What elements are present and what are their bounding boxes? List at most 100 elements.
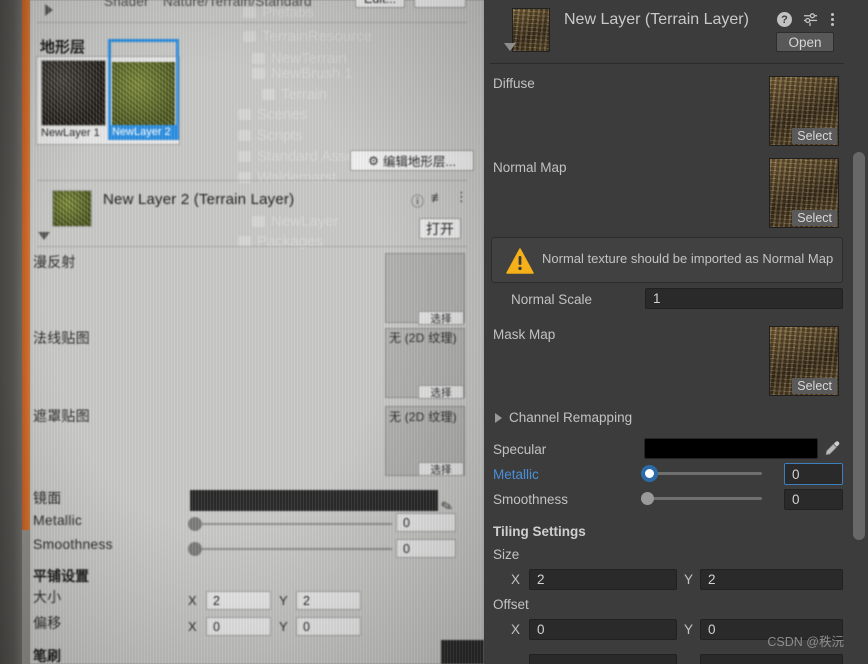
next-row-input-left[interactable]: [529, 654, 677, 664]
size-y-input[interactable]: 2: [296, 591, 361, 610]
diffuse-texture-slot[interactable]: Select: [769, 76, 839, 146]
brush-title: 笔刷: [33, 648, 61, 664]
size-x-axis-label: X: [188, 593, 197, 608]
diffuse-select-button[interactable]: 选择: [418, 311, 464, 325]
diffuse-select-button[interactable]: Select: [792, 128, 837, 144]
smoothness-slider-track[interactable]: [192, 548, 392, 550]
smoothness-value-input[interactable]: 0: [396, 539, 456, 558]
terrain-layers-title: 地形层: [40, 39, 86, 56]
normal-map-select-button[interactable]: 选择: [418, 385, 464, 399]
metallic-slider-knob[interactable]: [641, 465, 658, 482]
offset-y-axis-label: Y: [279, 619, 288, 634]
specular-color-field[interactable]: [190, 490, 438, 511]
diffuse-label: Diffuse: [493, 76, 535, 91]
metallic-slider-knob[interactable]: [188, 517, 202, 531]
specular-color-swatch[interactable]: [644, 438, 818, 459]
scrollbar-thumb[interactable]: [853, 152, 865, 540]
normal-map-label: 法线贴图: [33, 330, 90, 346]
tiling-settings-title: Tiling Settings: [493, 524, 586, 539]
offset-x-input[interactable]: 0: [206, 617, 271, 636]
normal-map-value: 无 (2D 纹理): [389, 331, 457, 345]
eyedropper-icon[interactable]: [823, 440, 840, 460]
terrain-layer-name-1: NewLayer 1: [41, 127, 100, 139]
size-label: Size: [493, 547, 520, 562]
size-y-axis-label: Y: [684, 572, 694, 587]
help-icon[interactable]: ?: [777, 12, 792, 27]
terrain-layer-thumbnail-1[interactable]: [41, 60, 106, 126]
smoothness-slider-knob[interactable]: [641, 492, 654, 505]
inspector-title: New Layer (Terrain Layer): [564, 11, 749, 28]
shader-foldout-arrow[interactable]: [45, 4, 53, 16]
size-x-axis-label: X: [511, 572, 521, 587]
smoothness-label: Smoothness: [493, 492, 569, 507]
smoothness-label: Smoothness: [33, 536, 113, 552]
chevron-right-icon: [495, 412, 502, 423]
shader-value[interactable]: Nature/Terrain/Standard: [163, 0, 312, 9]
normal-map-label: Normal Map: [493, 160, 567, 175]
mask-map-select-button[interactable]: 选择: [418, 462, 464, 476]
normal-map-select-button[interactable]: Select: [792, 210, 837, 226]
metallic-slider-track[interactable]: [644, 472, 762, 475]
diffuse-label: 漫反射: [33, 254, 76, 270]
smoothness-value-input[interactable]: 0: [784, 489, 843, 510]
kebab-menu-icon[interactable]: ⋮: [455, 189, 468, 205]
ghost-hierarchy-item: NewLayer: [252, 213, 339, 230]
open-button[interactable]: Open: [776, 32, 834, 52]
vertical-scrollbar[interactable]: [850, 0, 868, 664]
normal-map-texture-slot[interactable]: Select: [769, 158, 839, 228]
inspector-content: New Layer (Terrain Layer) ? Open Diffuse…: [484, 0, 850, 664]
mask-map-value: 无 (2D 纹理): [389, 410, 457, 424]
channel-remapping-label: Channel Remapping: [509, 410, 633, 425]
ghost-hierarchy-item: Packages: [238, 233, 323, 250]
edit-terrain-layers-button[interactable]: ⚙ 编辑地形层...: [350, 150, 474, 171]
shader-label: Shader: [104, 0, 149, 9]
metallic-label: Metallic: [493, 467, 539, 482]
help-icon[interactable]: ⓘ: [411, 191, 424, 210]
layer-inspector-title: New Layer 2 (Terrain Layer): [103, 191, 295, 208]
mask-map-select-button[interactable]: Select: [792, 378, 837, 394]
shader-edit-button[interactable]: Edit...: [355, 0, 405, 8]
size-x-input[interactable]: 2: [206, 591, 271, 610]
size-y-input[interactable]: 2: [700, 569, 843, 590]
smoothness-slider-track[interactable]: [644, 497, 762, 500]
inspector-foldout-arrow[interactable]: [504, 43, 516, 51]
kebab-menu-icon[interactable]: [829, 11, 836, 28]
offset-y-input[interactable]: 0: [296, 617, 361, 636]
screenshot-root: Prefabs TerrainResource NewTerrain NewBr…: [0, 0, 868, 664]
shader-dropdown-button[interactable]: [414, 0, 466, 8]
preset-icon[interactable]: [803, 12, 818, 27]
divider: [37, 180, 467, 181]
monitor-bezel-lower: [22, 530, 30, 664]
offset-label: 偏移: [33, 615, 62, 631]
metallic-value-input[interactable]: 0: [396, 513, 456, 532]
layer-inspector-thumbnail: [52, 190, 92, 227]
warning-triangle-icon: [506, 248, 534, 277]
size-y-axis-label: Y: [279, 593, 288, 608]
photographed-monitor-region: Prefabs TerrainResource NewTerrain NewBr…: [0, 0, 484, 664]
monitor-bezel-accent: [22, 0, 30, 530]
terrain-layer-thumbnail-2[interactable]: [112, 62, 175, 126]
preset-icon[interactable]: ≢: [431, 190, 444, 205]
offset-x-axis-label: X: [188, 619, 197, 634]
offset-y-axis-label: Y: [684, 622, 694, 637]
offset-label: Offset: [493, 597, 529, 612]
mask-map-texture-slot[interactable]: Select: [769, 326, 839, 396]
ghost-hierarchy-item: Scripts: [238, 127, 303, 144]
inspector-header: New Layer (Terrain Layer) ? Open: [490, 2, 844, 64]
divider: [37, 22, 467, 23]
warning-text: Normal texture should be imported as Nor…: [542, 251, 834, 266]
offset-x-input[interactable]: 0: [529, 619, 677, 640]
metallic-slider-track[interactable]: [192, 523, 392, 525]
metallic-value-input[interactable]: 0: [784, 463, 843, 485]
normal-scale-input[interactable]: 1: [645, 288, 843, 309]
channel-remapping-foldout[interactable]: Channel Remapping: [495, 410, 632, 425]
layer-foldout-arrow[interactable]: [38, 232, 50, 240]
specular-label: Specular: [493, 442, 547, 457]
layer-open-button[interactable]: 打开: [419, 218, 461, 239]
mask-map-label: Mask Map: [493, 327, 556, 342]
smoothness-slider-knob[interactable]: [188, 542, 202, 556]
mask-map-label: 遮罩贴图: [33, 408, 90, 424]
specular-label: 镜面: [33, 490, 62, 506]
size-x-input[interactable]: 2: [529, 569, 677, 590]
next-row-input-right[interactable]: [700, 654, 843, 664]
